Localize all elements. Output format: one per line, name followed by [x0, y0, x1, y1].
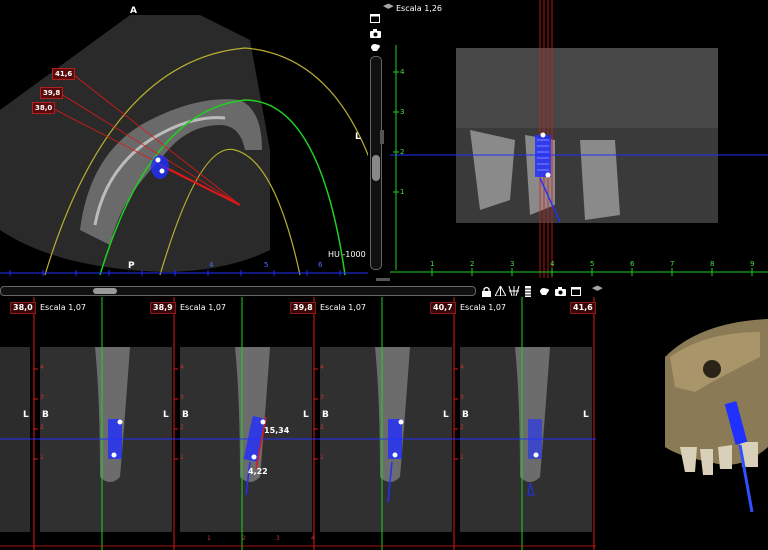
tooth-icon[interactable]	[508, 285, 520, 297]
coronal-xtick: 6	[630, 260, 635, 268]
camera-icon[interactable]	[369, 27, 381, 39]
section-label-b: B	[322, 410, 329, 420]
bottom-tick: 3	[276, 535, 280, 542]
coronal-xtick: 7	[670, 260, 675, 268]
section-position-5: 41,6	[570, 302, 596, 314]
triangle-icon[interactable]	[494, 285, 506, 297]
scrollbar-thumb[interactable]	[93, 288, 117, 294]
section-ytick: 2	[460, 424, 464, 431]
coronal-image	[390, 0, 768, 278]
lock-icon[interactable]	[480, 285, 492, 297]
axial-ruler-tick: 4	[209, 261, 214, 269]
section-label-b: B	[182, 410, 189, 420]
section-ytick: 2	[320, 424, 324, 431]
section-label-l: L	[23, 410, 29, 420]
section-ytick: 1	[40, 454, 44, 461]
bottom-tick: 4	[311, 535, 315, 542]
camera-icon[interactable]	[554, 285, 566, 297]
section-scale-4: Escala 1,07	[460, 303, 507, 312]
section-scale-1: Escala 1,07	[40, 303, 87, 312]
section-ytick: 4	[460, 364, 464, 371]
implant-length-measure[interactable]: 15,34	[264, 426, 289, 435]
section-label-l: L	[303, 410, 309, 420]
panel-divider-handle[interactable]	[380, 130, 384, 144]
section-label-l: L	[443, 410, 449, 420]
section-label-b: B	[462, 410, 469, 420]
section-ytick: 4	[320, 364, 324, 371]
coronal-ytick: 2	[400, 148, 405, 156]
axial-image	[0, 15, 368, 276]
section-ytick: 3	[460, 394, 464, 401]
section-ytick: 2	[180, 424, 184, 431]
panel-divider-handle[interactable]	[376, 278, 390, 281]
axial-ruler-tick: 6	[318, 261, 323, 269]
coronal-xtick: 5	[590, 260, 595, 268]
coronal-view[interactable]: Escala 1,26 4 3 2 1 1 2 3 4 5 6 7 8 9	[390, 0, 768, 278]
axial-ruler-tick: 5	[264, 261, 269, 269]
section-scale-3: Escala 1,07	[320, 303, 367, 312]
3d-view[interactable]	[600, 297, 768, 550]
horizontal-scrollbar[interactable]	[0, 286, 476, 296]
section-ytick: 2	[40, 424, 44, 431]
axial-title: A	[130, 6, 137, 16]
section-ytick: 1	[460, 454, 464, 461]
scrollbar-thumb[interactable]	[372, 155, 380, 181]
coronal-xtick: 9	[750, 260, 755, 268]
section-position-2: 38,9	[150, 302, 176, 314]
axial-label-l: L	[355, 132, 361, 142]
section-ytick: 4	[40, 364, 44, 371]
window-icon[interactable]	[570, 285, 582, 297]
section-ytick: 3	[40, 394, 44, 401]
section-ytick: 4	[180, 364, 184, 371]
3d-render	[665, 319, 768, 513]
section-ytick: 1	[180, 454, 184, 461]
coronal-xtick: 8	[710, 260, 715, 268]
section-label-b: B	[42, 410, 49, 420]
implant-icon[interactable]	[522, 285, 534, 297]
window-icon[interactable]	[369, 12, 381, 24]
section-ytick: 1	[320, 454, 324, 461]
section-position-4: 40,7	[430, 302, 456, 314]
section-scale-2: Escala 1,07	[180, 303, 227, 312]
implant-width-measure[interactable]: 4,22	[248, 467, 268, 476]
angle-tag-3[interactable]: 38,0	[32, 102, 56, 114]
coronal-xtick: 4	[550, 260, 555, 268]
section-position-1: 38,0	[10, 302, 36, 314]
section-ytick: 3	[320, 394, 324, 401]
section-label-l: L	[583, 410, 589, 420]
axial-scrollbar[interactable]	[370, 56, 382, 270]
angle-tag-1[interactable]: 41,6	[52, 68, 76, 80]
angle-tag-2[interactable]: 39,8	[40, 87, 64, 99]
coronal-xtick: 2	[470, 260, 475, 268]
section-ytick: 3	[180, 394, 184, 401]
coronal-xtick: 3	[510, 260, 515, 268]
axial-view[interactable]: A 41,6 39,8 38,0 L P HU -1000 4 5 6	[0, 0, 368, 278]
hand-icon[interactable]	[369, 41, 381, 53]
coronal-ytick: 4	[400, 68, 405, 76]
coronal-xtick: 1	[430, 260, 435, 268]
coronal-ytick: 1	[400, 188, 405, 196]
cross-sections[interactable]: 38,0 Escala 1,07 38,9 Escala 1,07 39,8 E…	[0, 297, 596, 550]
section-label-l: L	[163, 410, 169, 420]
axial-label-p: P	[128, 261, 135, 271]
cross-section-images	[0, 297, 596, 550]
bottom-tick: 1	[207, 535, 211, 542]
bottom-tick: 2	[242, 535, 246, 542]
panel-arrow-icon[interactable]: ◀▶	[592, 284, 603, 292]
hu-value: HU -1000	[328, 250, 366, 259]
hand-icon[interactable]	[538, 285, 550, 297]
coronal-ytick: 3	[400, 108, 405, 116]
coronal-scale: Escala 1,26	[396, 4, 443, 13]
section-position-3: 39,8	[290, 302, 316, 314]
